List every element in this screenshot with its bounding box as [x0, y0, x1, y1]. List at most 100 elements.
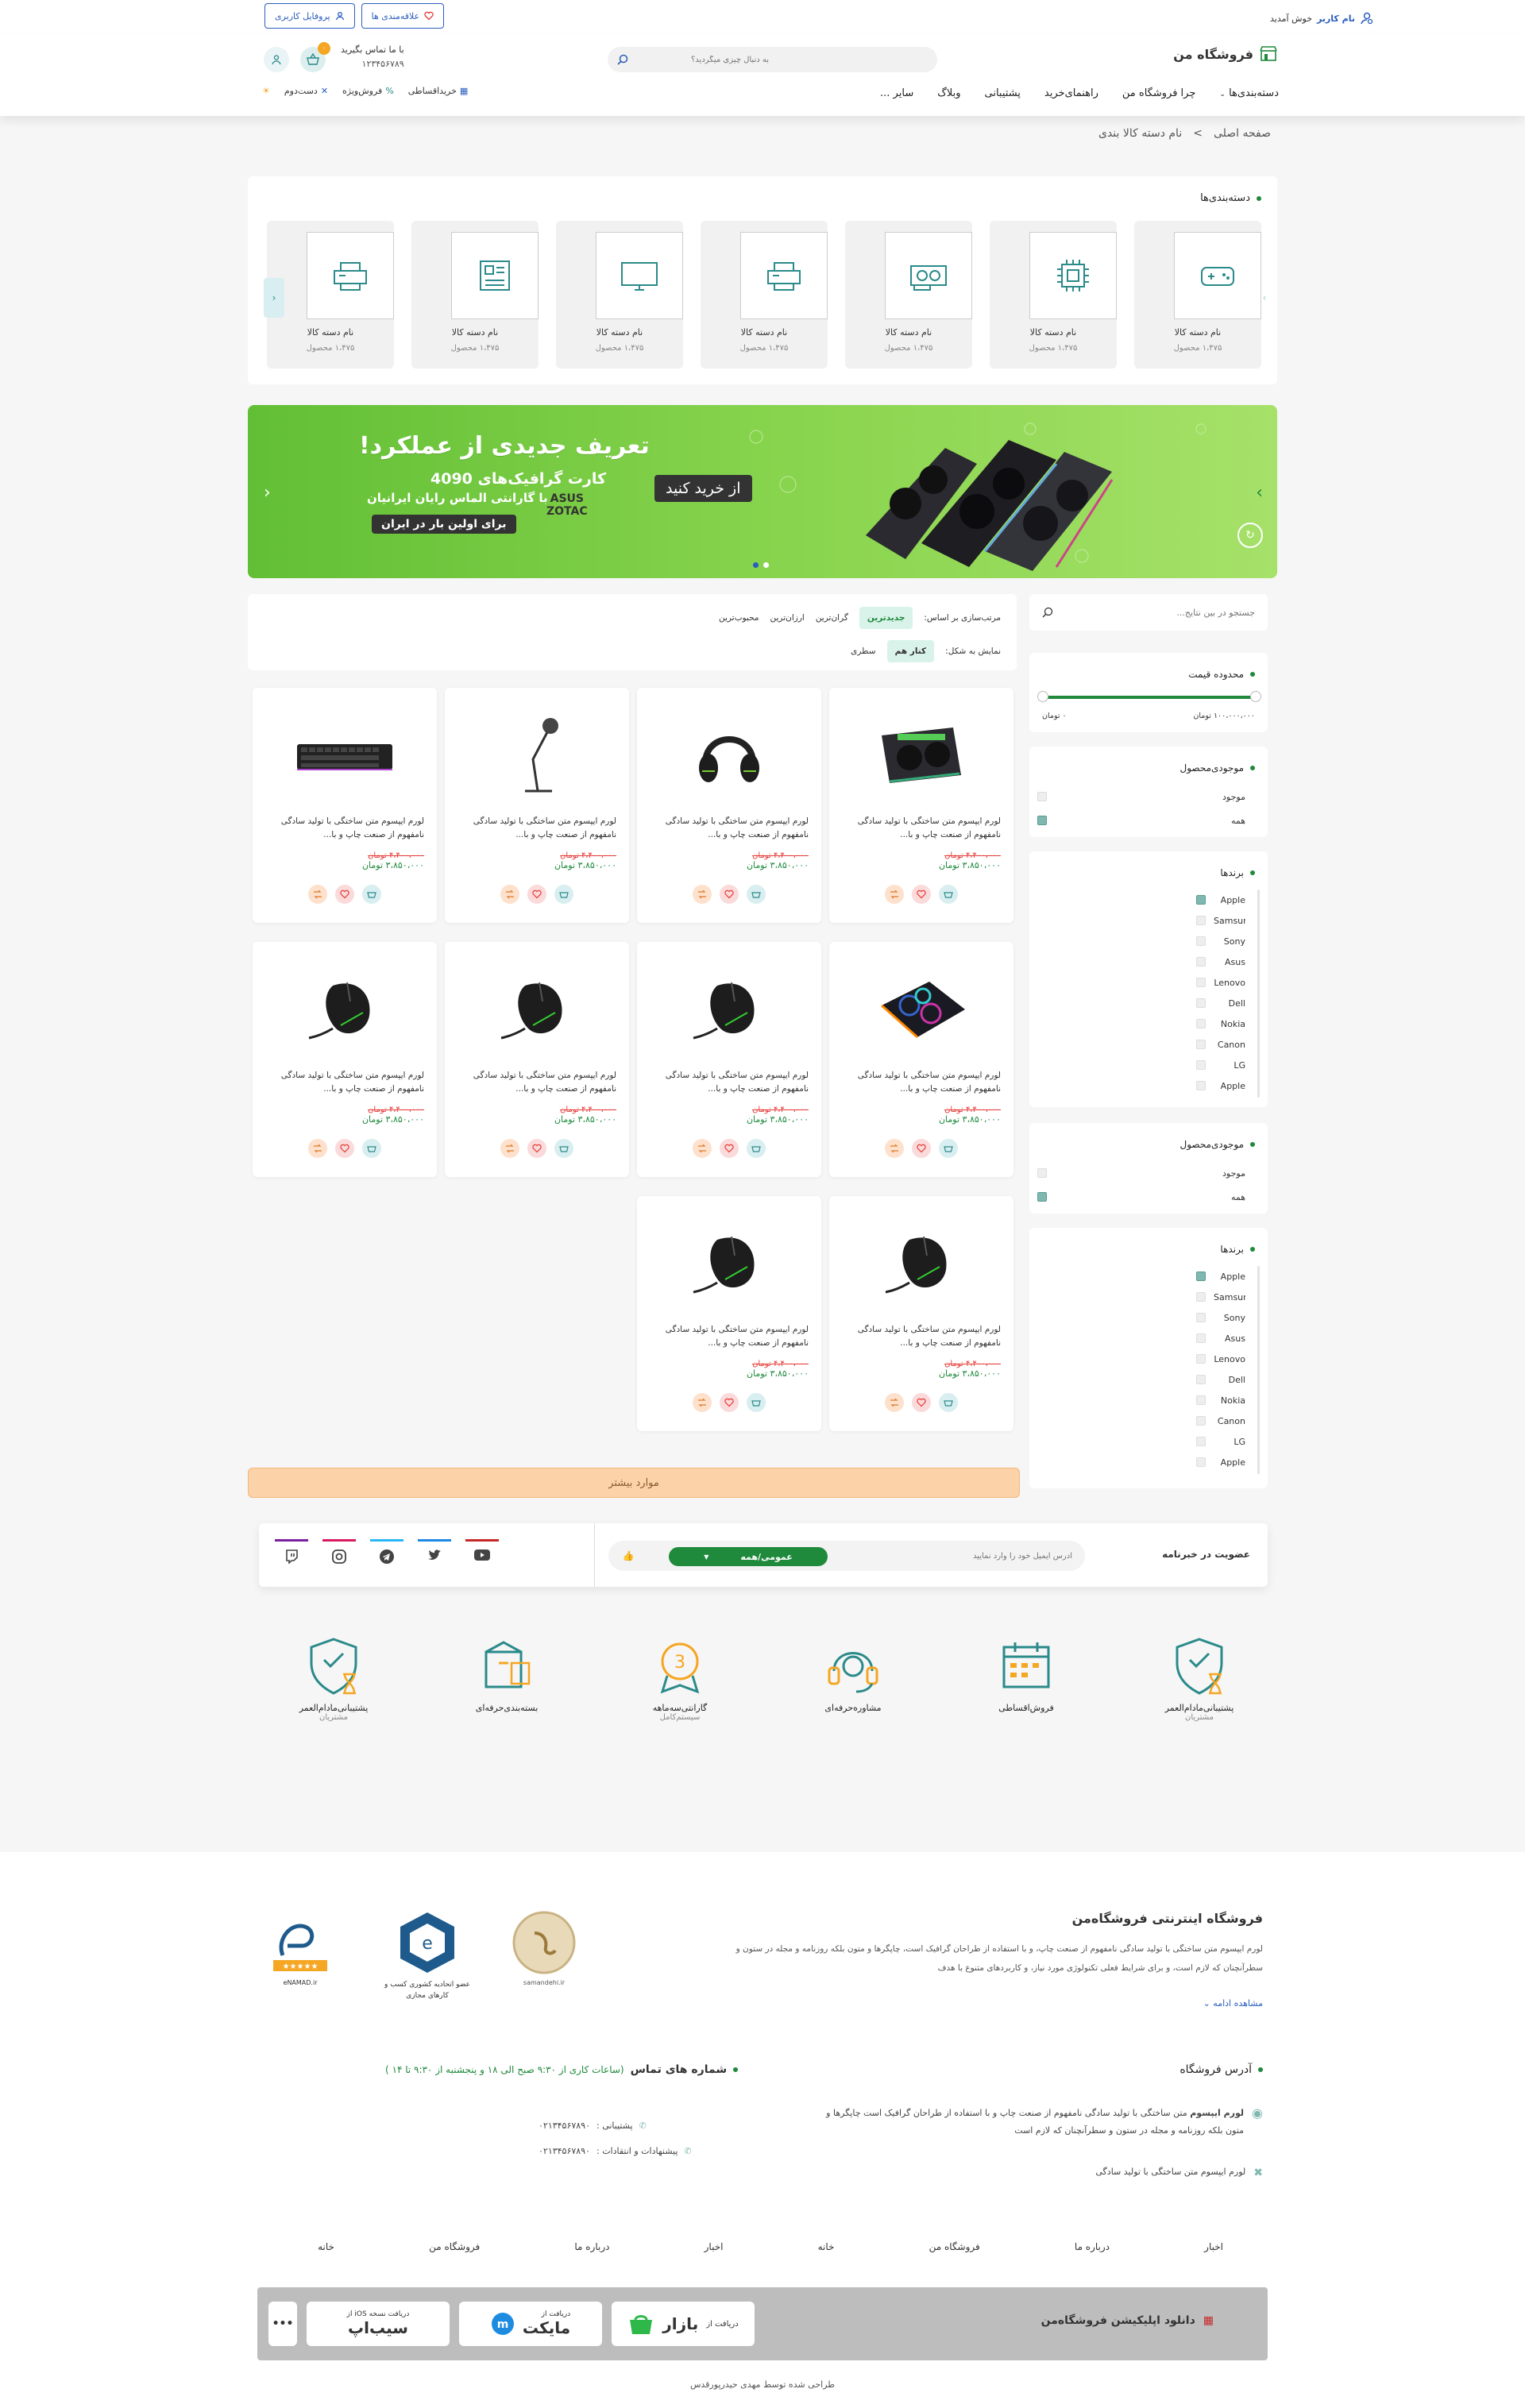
brand-option[interactable]: Apple — [1196, 1452, 1245, 1472]
product-description[interactable]: لورم ایپسوم متن ساختگی با تولید سادگی نا… — [445, 1069, 629, 1098]
checkbox[interactable] — [1037, 792, 1047, 801]
brand-option[interactable]: Samsung — [1196, 1287, 1245, 1307]
brand-option[interactable]: Nokia — [1196, 1013, 1245, 1034]
checkbox[interactable] — [1196, 1333, 1206, 1343]
account-button[interactable] — [264, 47, 289, 72]
favorite-icon[interactable] — [912, 1139, 931, 1158]
checkbox[interactable] — [1196, 1395, 1206, 1405]
checkbox[interactable] — [1196, 1292, 1206, 1302]
product-image[interactable] — [637, 696, 821, 815]
checkbox[interactable] — [1196, 916, 1206, 925]
brand-option[interactable]: Canon — [1196, 1410, 1245, 1431]
add-to-cart-icon[interactable] — [747, 1139, 766, 1158]
banner-dot-active[interactable] — [753, 562, 759, 568]
sort-newest[interactable]: جدیدترین — [859, 607, 913, 629]
add-to-cart-icon[interactable] — [939, 885, 958, 904]
sort-most-expensive[interactable]: گران‌ترین — [816, 613, 848, 623]
checkbox[interactable] — [1196, 1081, 1206, 1090]
nav-why-us[interactable]: چرا فروشگاه من — [1122, 87, 1195, 99]
banner-prev-arrow[interactable]: ‹ — [264, 483, 271, 503]
compare-icon[interactable] — [308, 885, 327, 904]
category-card[interactable]: نام دسته کالا ۱،۴۷۵ محصول — [990, 221, 1117, 369]
availability-option[interactable]: همه — [1037, 1185, 1245, 1209]
add-to-cart-icon[interactable] — [362, 1139, 381, 1158]
banner-play-icon[interactable]: ↻ — [1237, 523, 1263, 548]
myket-download-button[interactable]: دریافت از مایکت m — [459, 2302, 602, 2346]
brand-option[interactable]: Lenovo — [1196, 972, 1245, 993]
add-to-cart-icon[interactable] — [939, 1393, 958, 1412]
footer-nav-link[interactable]: فروشگاه من — [929, 2241, 980, 2252]
add-to-cart-icon[interactable] — [554, 1139, 573, 1158]
product-description[interactable]: لورم ایپسوم متن ساختگی با تولید سادگی نا… — [829, 815, 1013, 843]
checkbox[interactable] — [1196, 957, 1206, 967]
product-description[interactable]: لورم ایپسوم متن ساختگی با تولید سادگی نا… — [637, 815, 821, 843]
brand-option[interactable]: Samsung — [1196, 910, 1245, 931]
union-badge[interactable]: e عضو اتحادیه کشوری کسب و کارهای مجازی — [380, 1909, 475, 2001]
quick-link-special-sale[interactable]: % فروش‌ویژه — [342, 86, 394, 96]
brand-option[interactable]: Dell — [1196, 1369, 1245, 1390]
product-card[interactable]: لورم ایپسوم متن ساختگی با تولید سادگی نا… — [829, 688, 1013, 923]
checkbox[interactable] — [1037, 816, 1047, 825]
product-description[interactable]: لورم ایپسوم متن ساختگی با تولید سادگی نا… — [637, 1069, 821, 1098]
product-description[interactable]: لورم ایپسوم متن ساختگی با تولید سادگی نا… — [445, 815, 629, 843]
brand-option[interactable]: Apple — [1196, 1266, 1245, 1287]
compare-icon[interactable] — [693, 885, 712, 904]
brand-option[interactable]: Sony — [1196, 1307, 1245, 1328]
availability-option[interactable]: همه — [1037, 808, 1245, 832]
footer-nav-link[interactable]: خانه — [318, 2241, 334, 2252]
add-to-cart-icon[interactable] — [939, 1139, 958, 1158]
brand-option[interactable]: Asus — [1196, 1328, 1245, 1349]
quick-link-secondhand[interactable]: ✕ دست‌دوم — [284, 86, 328, 96]
favorite-icon[interactable] — [720, 1393, 739, 1412]
favorite-icon[interactable] — [912, 885, 931, 904]
brand-option[interactable]: Nokia — [1196, 1390, 1245, 1410]
quick-link-installment[interactable]: ▦ خریداقساطی — [408, 86, 469, 96]
banner-cta[interactable]: از خرید کنید — [654, 475, 752, 502]
checkbox[interactable] — [1037, 1192, 1047, 1202]
product-card[interactable]: لورم ایپسوم متن ساختگی با تولید سادگی نا… — [637, 1196, 821, 1431]
checkbox[interactable] — [1196, 1313, 1206, 1322]
product-card[interactable]: لورم ایپسوم متن ساختگی با تولید سادگی نا… — [445, 688, 629, 923]
footer-nav-link[interactable]: اخبار — [705, 2241, 724, 2252]
compare-icon[interactable] — [693, 1139, 712, 1158]
samandehi-badge[interactable]: samandehi.ir — [504, 1909, 584, 1986]
nav-blog[interactable]: وبلاگ — [937, 87, 960, 99]
checkbox[interactable] — [1196, 1457, 1206, 1467]
nav-categories[interactable]: دسته‌بندی‌ها ⌄ — [1219, 87, 1279, 99]
product-card[interactable]: لورم ایپسوم متن ساختگی با تولید سادگی نا… — [637, 942, 821, 1177]
nav-support[interactable]: پشتیبانی — [985, 87, 1021, 99]
checkbox[interactable] — [1196, 998, 1206, 1008]
brand-option[interactable]: Apple — [1196, 889, 1245, 910]
product-card[interactable]: لورم ایپسوم متن ساختگی با تولید سادگی نا… — [253, 688, 437, 923]
category-card[interactable]: نام دسته کالا ۱،۴۷۵ محصول — [556, 221, 683, 369]
brand-option[interactable]: Apple — [1196, 1075, 1245, 1096]
product-description[interactable]: لورم ایپسوم متن ساختگی با تولید سادگی نا… — [253, 815, 437, 843]
favorites-button[interactable]: علاقه‌مندی ها — [361, 3, 445, 29]
compare-icon[interactable] — [885, 1393, 904, 1412]
nav-buying-guide[interactable]: راهنمای‌خرید — [1044, 87, 1098, 99]
add-to-cart-icon[interactable] — [747, 885, 766, 904]
compare-icon[interactable] — [308, 1139, 327, 1158]
brand-option[interactable]: LG — [1196, 1055, 1245, 1075]
sort-popular[interactable]: محبوب‌ترین — [719, 613, 759, 623]
availability-option[interactable]: موجود — [1037, 1161, 1245, 1185]
newsletter-submit-button[interactable]: 👍 — [618, 1546, 639, 1566]
checkbox[interactable] — [1196, 1416, 1206, 1426]
footer-nav-link[interactable]: فروشگاه من — [429, 2241, 480, 2252]
product-card[interactable]: لورم ایپسوم متن ساختگی با تولید سادگی نا… — [829, 942, 1013, 1177]
load-more-button[interactable]: موارد بیشتر — [248, 1468, 1020, 1498]
brand-option[interactable]: Asus — [1196, 951, 1245, 972]
display-list[interactable]: سطری — [851, 646, 875, 656]
footer-show-more[interactable]: مشاهده ادامه ⌄ — [1203, 1998, 1263, 2009]
category-card[interactable]: نام دسته کالا ۱،۴۷۵ محصول — [267, 221, 394, 369]
footer-nav-link[interactable]: اخبار — [1204, 2241, 1223, 2252]
product-image[interactable] — [829, 1204, 1013, 1323]
availability-option[interactable]: موجود — [1037, 785, 1245, 808]
brand-list-scrollbar[interactable] — [1257, 1266, 1260, 1474]
compare-icon[interactable] — [885, 1139, 904, 1158]
sibapp-download-button[interactable]: دریافت نسخه iOS از سیب‌اپ — [307, 2302, 450, 2346]
price-slider-track[interactable] — [1042, 696, 1257, 699]
checkbox[interactable] — [1196, 1437, 1206, 1446]
favorite-icon[interactable] — [720, 885, 739, 904]
favorite-icon[interactable] — [527, 1139, 546, 1158]
